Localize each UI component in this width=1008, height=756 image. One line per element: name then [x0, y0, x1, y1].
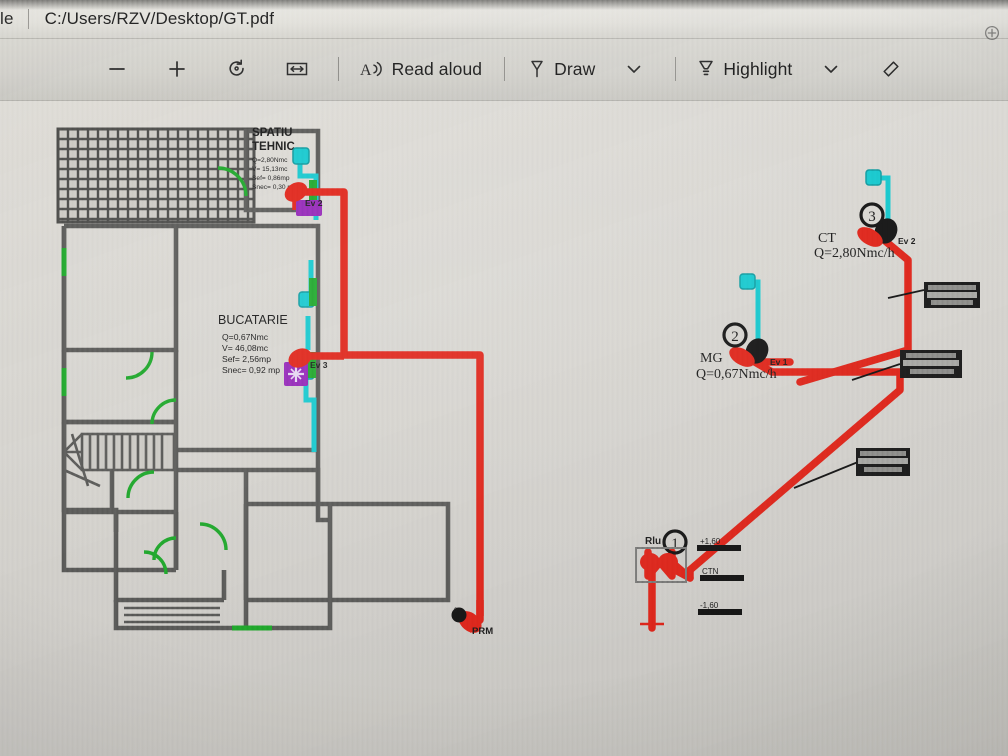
callout-box-2	[900, 350, 962, 378]
node-ct-flow: Q=2,80Nmc/h	[814, 246, 895, 261]
file-menu-label[interactable]: ile	[0, 9, 14, 29]
fit-to-width-button[interactable]	[267, 49, 327, 89]
draw-options-button[interactable]	[604, 49, 664, 89]
spatiu-tehnic-spec-1: V= 15,13mc	[252, 166, 288, 173]
plus-icon	[168, 61, 185, 77]
chevron-down-icon	[628, 65, 641, 73]
toolbar-divider-1	[337, 57, 339, 81]
highlight-button[interactable]: Highlight	[687, 49, 801, 89]
node-rlu-name: Rlu	[645, 536, 661, 547]
spatiu-tehnic-spec-0: Q=2,80Nmc	[252, 157, 288, 164]
bucatarie-spec-3: Snec= 0,92 mp	[222, 365, 280, 375]
pdf-toolbar: A Read aloud Draw Highlight	[0, 38, 1008, 101]
staircase	[62, 432, 176, 488]
spatiu-tehnic-spec-2: Sef= 0,86mp	[252, 175, 290, 182]
gas-pipe-plan	[292, 188, 484, 616]
eraser-icon	[883, 61, 899, 77]
room-label-spatiu-tehnic: SPATIU TEHNIC Q=2,80Nmc V= 15,13mc Sef= …	[252, 127, 297, 191]
terrace-hatch-area	[56, 127, 256, 224]
read-aloud-label: Read aloud	[391, 58, 483, 79]
callout-box-3	[856, 448, 910, 476]
level-marker-up: +1,60	[697, 537, 741, 551]
floor-plan: SPATIU TEHNIC Q=2,80Nmc V= 15,13mc Sef= …	[56, 127, 493, 637]
zoom-out-button[interactable]	[87, 49, 147, 89]
node-1-number: 1	[671, 536, 679, 552]
level-markers: +1,60 CTN -1,60	[697, 537, 744, 615]
erase-button[interactable]	[861, 49, 921, 89]
pen-icon	[531, 60, 543, 78]
level-marker-ctn: CTN	[700, 567, 744, 581]
node-mg-name: MG	[700, 351, 723, 366]
fit-to-width-icon	[286, 62, 307, 76]
node-2-number: 2	[731, 329, 739, 345]
screenshot-root: ile C:/Users/RZV/Desktop/GT.pdf	[0, 0, 1008, 756]
highlight-label: Highlight	[723, 58, 793, 79]
rotate-button[interactable]	[207, 49, 267, 89]
circled-plus-icon[interactable]	[984, 25, 1000, 41]
svg-text:A: A	[360, 62, 372, 79]
spatiu-tehnic-name-1: SPATIU	[252, 127, 292, 139]
rotate-icon	[229, 59, 244, 76]
bucatarie-spec-0: Q=0,67Nmc	[222, 332, 269, 342]
browser-titlebar: ile C:/Users/RZV/Desktop/GT.pdf	[0, 0, 1008, 39]
bucatarie-spec-2: Sef= 2,56mp	[222, 354, 271, 364]
pdf-page[interactable]: SPATIU TEHNIC Q=2,80Nmc V= 15,13mc Sef= …	[0, 100, 1008, 756]
iso-valve-ev1-label: Ev 1	[770, 357, 788, 367]
spatiu-tehnic-name-2: TEHNIC	[252, 141, 295, 153]
callout-box-1	[924, 282, 980, 308]
read-aloud-button[interactable]: A Read aloud	[350, 49, 492, 89]
plan-marker-ev3-label: Ev 3	[310, 360, 328, 370]
titlebar-divider	[27, 9, 29, 29]
level-marker-down: -1,60	[698, 601, 742, 615]
bucatarie-spec-1: V= 46,08mc	[222, 343, 269, 353]
toolbar-divider-2	[504, 57, 506, 81]
iso-valve-ev2-label: Ev 2	[898, 236, 916, 246]
level-label-ctn: CTN	[702, 567, 719, 576]
toolbar-divider-3	[675, 57, 677, 81]
isometric-schematic: 3 2 1 CT Q=2,80Nmc/h MG Q=0,67Nmc/h Rlu …	[635, 169, 980, 632]
level-label-down: -1,60	[700, 601, 719, 610]
room-label-bucatarie: BUCATARIE Q=0,67Nmc V= 46,08mc Sef= 2,56…	[218, 313, 288, 375]
exterior-steps	[124, 606, 220, 624]
minus-icon	[108, 68, 125, 70]
read-aloud-icon: A	[360, 61, 382, 79]
technical-drawing: SPATIU TEHNIC Q=2,80Nmc V= 15,13mc Sef= …	[0, 100, 1008, 756]
draw-label: Draw	[554, 58, 596, 79]
zoom-in-button[interactable]	[147, 49, 207, 89]
highlight-options-button[interactable]	[801, 49, 861, 89]
level-label-up: +1,60	[700, 537, 721, 546]
prm-label: PRM	[472, 626, 493, 637]
chevron-down-icon	[825, 65, 838, 73]
plan-marker-ev2-label: Ev 2	[305, 198, 323, 208]
highlighter-icon	[699, 60, 714, 76]
bucatarie-name: BUCATARIE	[218, 313, 288, 327]
node-3-number: 3	[868, 209, 876, 225]
node-ct-name: CT	[818, 231, 836, 246]
draw-button[interactable]: Draw	[518, 49, 604, 89]
node-mg-flow: Q=0,67Nmc/h	[696, 367, 777, 382]
file-path-label[interactable]: C:/Users/RZV/Desktop/GT.pdf	[45, 9, 274, 29]
